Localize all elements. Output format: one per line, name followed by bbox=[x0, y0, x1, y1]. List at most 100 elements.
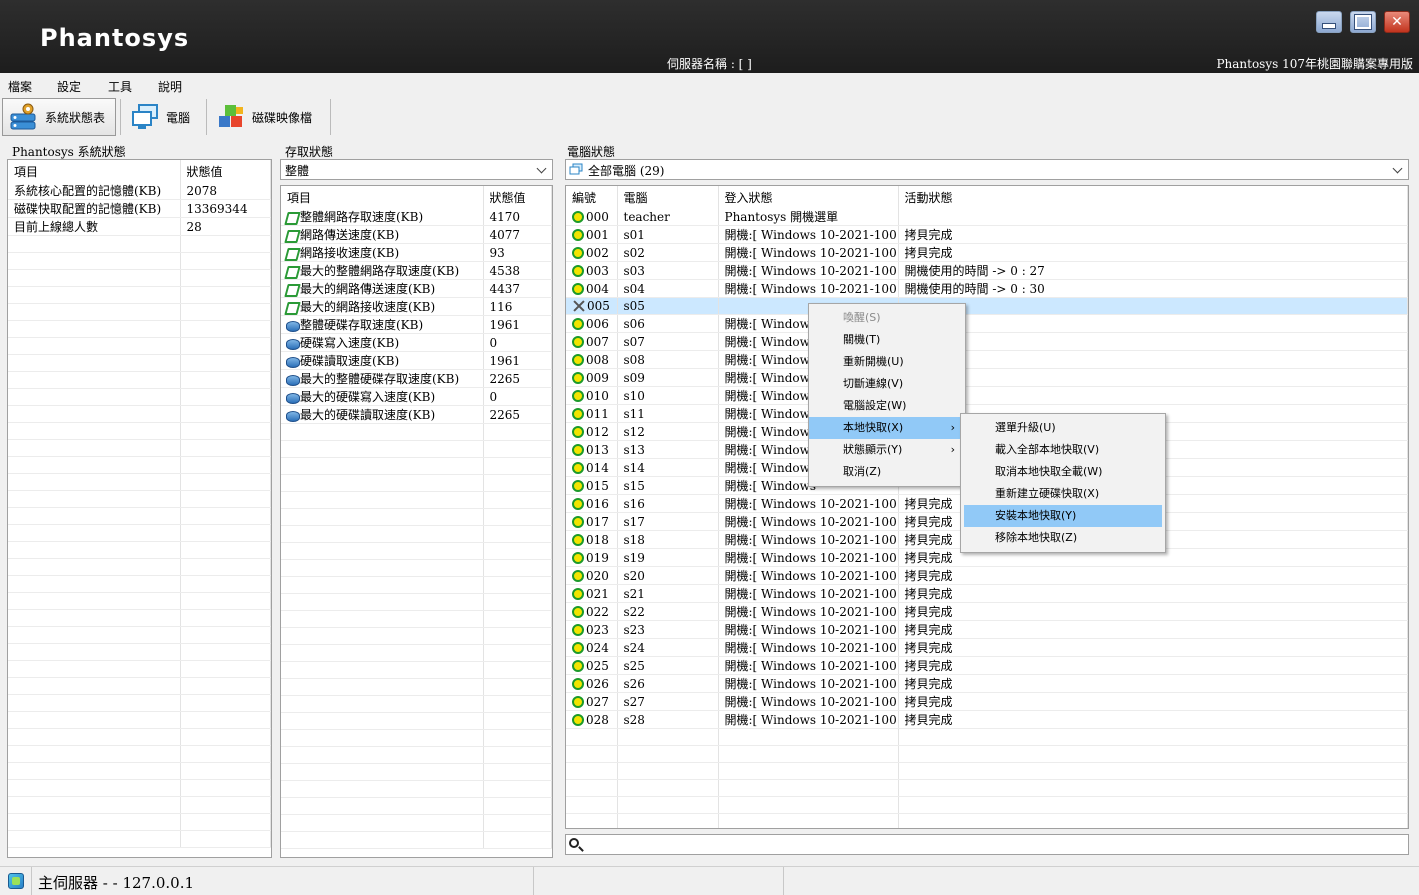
computer-row[interactable]: 025 s25 開機:[ Windows 10-2021-1001... 拷貝完成 bbox=[566, 656, 1408, 675]
computer-row[interactable]: 028 s28 開機:[ Windows 10-2021-1001... 拷貝完成 bbox=[566, 710, 1408, 729]
access-filter-select[interactable]: 整體 bbox=[280, 159, 553, 180]
empty-row bbox=[8, 626, 271, 644]
computer-row[interactable]: 022 s22 開機:[ Windows 10-2021-1001... 拷貝完成 bbox=[566, 602, 1408, 621]
table-row[interactable]: 最大的網路接收速度(KB) 116 bbox=[281, 297, 552, 316]
context-menu-item[interactable]: 切斷連線(V) bbox=[809, 373, 965, 395]
column-header-item[interactable]: 項目 bbox=[281, 186, 484, 208]
chevron-right-icon: › bbox=[950, 443, 955, 456]
maximize-button[interactable] bbox=[1350, 11, 1376, 33]
empty-cell bbox=[8, 269, 181, 287]
login-status-cell: 開機:[ Windows 10-2021-1001... bbox=[718, 530, 899, 549]
table-row[interactable]: 整體硬碟存取速度(KB) 1961 bbox=[281, 315, 552, 334]
context-menu-item[interactable]: 本地快取(X) › bbox=[809, 417, 965, 439]
empty-row bbox=[8, 728, 271, 746]
column-header-activity[interactable]: 活動狀態 bbox=[898, 186, 1408, 208]
computer-row[interactable]: 009 s09 開機:[ Windows bbox=[566, 368, 1408, 387]
id-cell: 022 bbox=[566, 602, 618, 621]
submenu-item[interactable]: 取消本地快取全載(W) bbox=[961, 461, 1165, 483]
minimize-button[interactable] bbox=[1316, 11, 1342, 33]
column-header-value[interactable]: 狀態值 bbox=[180, 160, 271, 182]
computer-row[interactable]: 026 s26 開機:[ Windows 10-2021-1001... 拷貝完成 bbox=[566, 674, 1408, 693]
table-row[interactable]: 網路傳送速度(KB) 4077 bbox=[281, 225, 552, 244]
column-header-item[interactable]: 項目 bbox=[8, 160, 181, 182]
empty-cell bbox=[8, 762, 181, 780]
table-row[interactable]: 最大的網路傳送速度(KB) 4437 bbox=[281, 279, 552, 298]
computer-row[interactable]: 021 s21 開機:[ Windows 10-2021-1001... 拷貝完成 bbox=[566, 584, 1408, 603]
submenu-item[interactable]: 載入全部本地快取(V) bbox=[961, 439, 1165, 461]
context-menu-item[interactable]: 重新開機(U) bbox=[809, 351, 965, 373]
table-row[interactable]: 最大的整體硬碟存取速度(KB) 2265 bbox=[281, 369, 552, 388]
context-menu-item[interactable]: 關機(T) bbox=[809, 329, 965, 351]
column-header-computer[interactable]: 電腦 bbox=[617, 186, 719, 208]
computer-row[interactable]: 000 teacher Phantosys 開機選單 bbox=[566, 208, 1408, 226]
computer-group-select[interactable]: 全部電腦 (29) bbox=[565, 159, 1409, 180]
computer-name-cell: s11 bbox=[617, 404, 719, 423]
menu-tools[interactable]: 工具 bbox=[108, 78, 132, 95]
item-label: 硬碟寫入速度(KB) bbox=[300, 336, 400, 350]
id-cell: 013 bbox=[566, 440, 618, 459]
activity-status-cell: 開機使用的時間 -> 0 : 27 bbox=[898, 261, 1408, 280]
table-row[interactable]: 磁碟快取配置的記憶體(KB) 13369344 bbox=[8, 199, 271, 218]
table-row[interactable]: 硬碟讀取速度(KB) 1961 bbox=[281, 351, 552, 370]
column-header-login[interactable]: 登入狀態 bbox=[718, 186, 899, 208]
id-label: 000 bbox=[586, 209, 609, 224]
context-menu-item[interactable]: 狀態顯示(Y) › bbox=[809, 439, 965, 461]
computer-row[interactable]: 006 s06 開機:[ Windows bbox=[566, 314, 1408, 333]
context-menu-item[interactable]: 取消(Z) bbox=[809, 461, 965, 483]
context-menu-item[interactable]: 電腦設定(W) bbox=[809, 395, 965, 417]
empty-cell bbox=[8, 677, 181, 695]
computer-row[interactable]: 027 s27 開機:[ Windows 10-2021-1001... 拷貝完成 bbox=[566, 692, 1408, 711]
empty-row bbox=[281, 423, 552, 441]
empty-cell bbox=[483, 644, 552, 662]
computer-row[interactable]: 004 s04 開機:[ Windows 10-2021-1001... 開機使用的時… bbox=[566, 279, 1408, 298]
submenu-item[interactable]: 重新建立硬碟快取(X) bbox=[961, 483, 1165, 505]
table-row[interactable]: 最大的硬碟讀取速度(KB) 2265 bbox=[281, 405, 552, 424]
computer-row[interactable]: 005 s05 bbox=[566, 297, 1408, 315]
empty-row bbox=[281, 457, 552, 475]
pc-panel-title: 電腦狀態 bbox=[567, 145, 616, 159]
context-menu-item[interactable]: 喚醒(S) bbox=[809, 307, 965, 329]
empty-cell bbox=[483, 780, 552, 798]
empty-row bbox=[281, 780, 552, 798]
table-row[interactable]: 最大的整體網路存取速度(KB) 4538 bbox=[281, 261, 552, 280]
disk-image-button[interactable]: 磁碟映像檔 bbox=[210, 98, 318, 136]
table-row[interactable]: 目前上線總人數 28 bbox=[8, 217, 271, 236]
table-row[interactable]: 系統核心配置的記憶體(KB) 2078 bbox=[8, 182, 271, 200]
system-status-button[interactable]: 系統狀態表 bbox=[2, 98, 116, 136]
empty-cell bbox=[180, 779, 271, 797]
column-header-value[interactable]: 狀態值 bbox=[483, 186, 552, 208]
computer-row[interactable]: 002 s02 開機:[ Windows 10-2021-1001... 拷貝完成 bbox=[566, 243, 1408, 262]
close-button[interactable]: ✕ bbox=[1384, 11, 1410, 33]
disk-icon bbox=[285, 336, 300, 350]
submenu-item[interactable]: 移除本地快取(Z) bbox=[961, 527, 1165, 549]
empty-row bbox=[8, 286, 271, 304]
empty-cell bbox=[281, 797, 484, 815]
empty-cell bbox=[281, 695, 484, 713]
computer-row[interactable]: 020 s20 開機:[ Windows 10-2021-1001... 拷貝完成 bbox=[566, 566, 1408, 585]
computer-row[interactable]: 001 s01 開機:[ Windows 10-2021-1001... 拷貝完成 bbox=[566, 225, 1408, 244]
menu-item-label: 切斷連線(V) bbox=[843, 377, 904, 390]
computer-row[interactable]: 024 s24 開機:[ Windows 10-2021-1001... 拷貝完成 bbox=[566, 638, 1408, 657]
menu-item-label: 重新建立硬碟快取(X) bbox=[995, 487, 1100, 500]
search-input[interactable] bbox=[565, 834, 1409, 855]
submenu-item[interactable]: 安裝本地快取(Y) bbox=[964, 505, 1162, 527]
submenu-item[interactable]: 選單升級(U) bbox=[961, 417, 1165, 439]
computer-row[interactable]: 007 s07 開機:[ Windows bbox=[566, 332, 1408, 351]
empty-cell bbox=[483, 542, 552, 560]
menu-file[interactable]: 檔案 bbox=[8, 78, 32, 95]
table-row[interactable]: 最大的硬碟寫入速度(KB) 0 bbox=[281, 387, 552, 406]
menu-settings[interactable]: 設定 bbox=[57, 78, 81, 95]
computer-button[interactable]: 電腦 bbox=[124, 98, 196, 136]
table-row[interactable]: 網路接收速度(KB) 93 bbox=[281, 243, 552, 262]
computer-row[interactable]: 023 s23 開機:[ Windows 10-2021-1001... 拷貝完成 bbox=[566, 620, 1408, 639]
table-row[interactable]: 硬碟寫入速度(KB) 0 bbox=[281, 333, 552, 352]
table-row[interactable]: 整體網路存取速度(KB) 4170 bbox=[281, 208, 552, 226]
column-header-id[interactable]: 編號 bbox=[566, 186, 618, 208]
computer-row[interactable]: 010 s10 開機:[ Windows bbox=[566, 386, 1408, 405]
empty-cell bbox=[281, 593, 484, 611]
menu-help[interactable]: 說明 bbox=[158, 78, 182, 95]
empty-cell bbox=[281, 780, 484, 798]
computer-row[interactable]: 008 s08 開機:[ Windows bbox=[566, 350, 1408, 369]
computer-row[interactable]: 003 s03 開機:[ Windows 10-2021-1001... 開機使用的時… bbox=[566, 261, 1408, 280]
empty-cell bbox=[8, 303, 181, 321]
